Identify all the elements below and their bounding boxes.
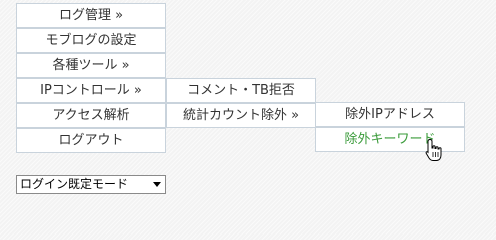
submenu-item-comment-tb-reject[interactable]: コメント・TB拒否 <box>166 78 316 103</box>
menu-item-moblog-settings[interactable]: モブログの設定 <box>16 28 166 53</box>
ip-control-submenu: コメント・TB拒否 統計カウント除外 » <box>166 78 316 128</box>
menu-item-logout[interactable]: ログアウト <box>16 128 166 153</box>
menu-item-tools[interactable]: 各種ツール » <box>16 53 166 78</box>
hand-pointer-icon <box>425 138 442 161</box>
login-mode-select[interactable]: ログイン既定モード <box>16 175 166 194</box>
login-mode-select-value: ログイン既定モード <box>20 177 129 191</box>
menu-item-ip-control[interactable]: IPコントロール » <box>16 78 166 103</box>
menu-item-access-analysis[interactable]: アクセス解析 <box>16 103 166 128</box>
triangle-down-icon <box>153 182 161 187</box>
main-menu: ログ管理 » モブログの設定 各種ツール » IPコントロール » アクセス解析… <box>16 3 166 153</box>
submenu-item-exclude-ip[interactable]: 除外IPアドレス <box>315 102 465 127</box>
submenu-item-stats-exclude[interactable]: 統計カウント除外 » <box>166 103 316 128</box>
menu-item-log-management[interactable]: ログ管理 » <box>16 3 166 28</box>
